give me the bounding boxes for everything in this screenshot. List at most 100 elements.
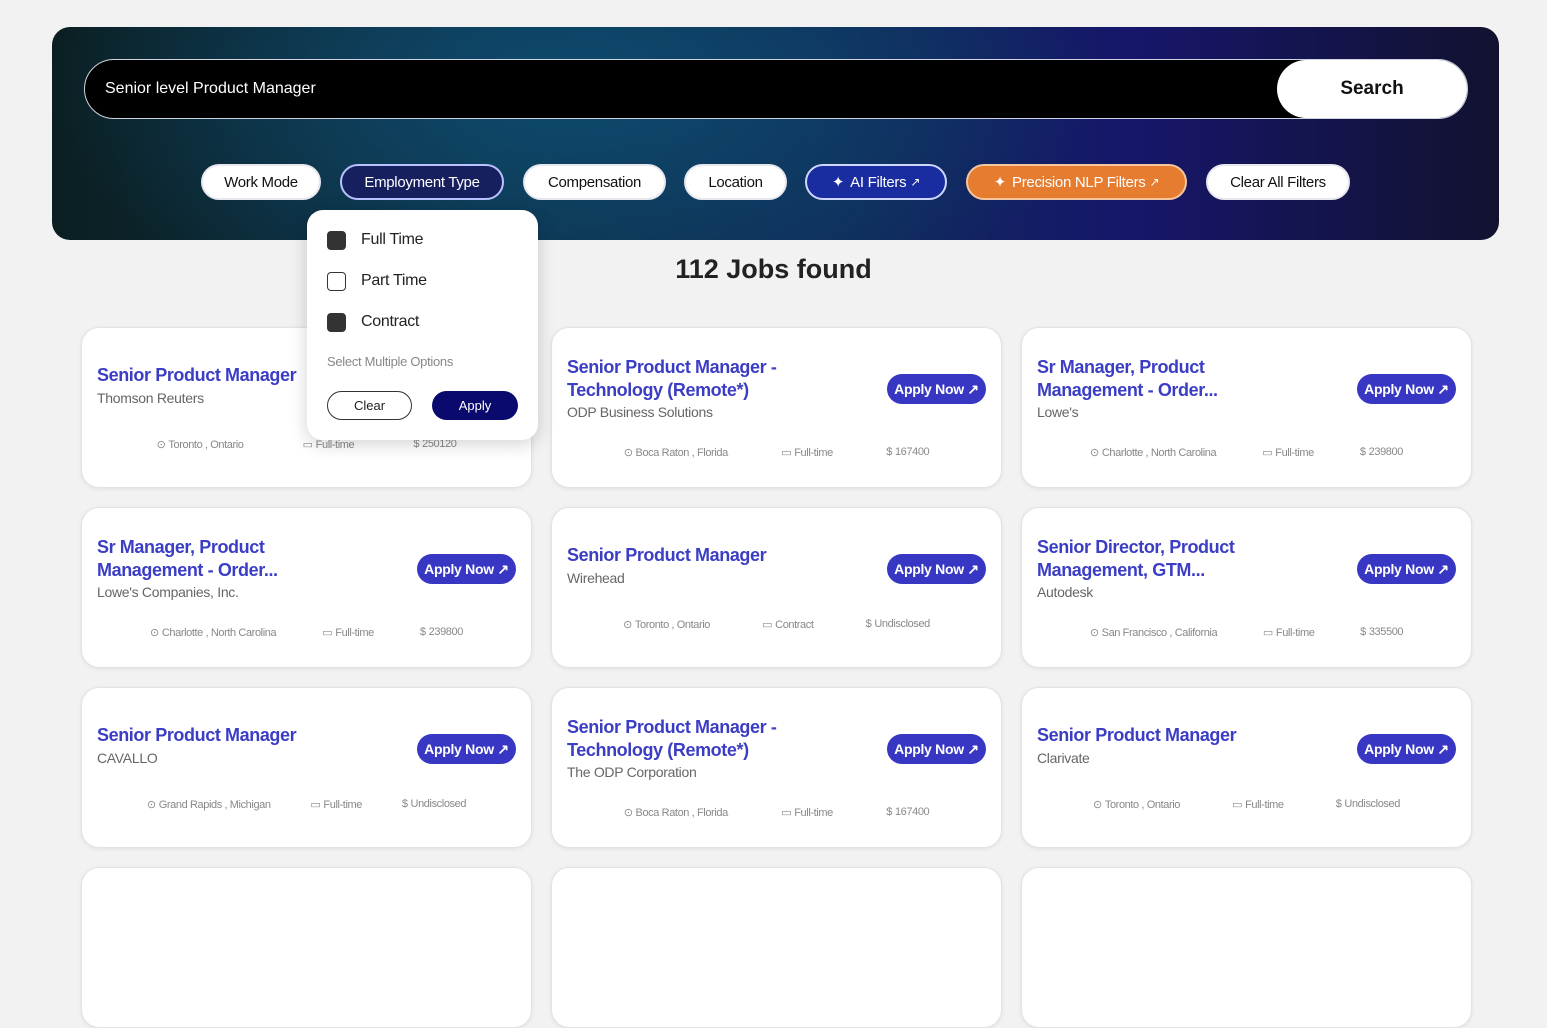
- job-type-text: Full-time: [1245, 799, 1284, 811]
- job-card[interactable]: Senior Product Manager CAVALLO Apply Now ↗…: [81, 687, 532, 848]
- job-card[interactable]: Senior Product Manager - Technology (Rem…: [551, 327, 1002, 488]
- job-location-text: Boca Raton , Florida: [635, 447, 729, 459]
- job-card[interactable]: Senior Product Manager Wirehead Apply Now …: [551, 507, 1002, 668]
- external-arrow-icon: ↗: [967, 740, 979, 757]
- job-location-text: Charlotte , North Carolina: [161, 627, 277, 639]
- apply-label: Apply Now: [1364, 380, 1434, 397]
- job-type: ▭ Full-time: [322, 626, 374, 639]
- work-mode-filter[interactable]: Work Mode: [201, 164, 321, 200]
- job-location: ⊙ Charlotte , North Carolina: [150, 626, 277, 639]
- ai-filters-button[interactable]: ✦ AI Filters ↗: [805, 164, 947, 200]
- job-title[interactable]: Sr Manager, Product Management - Order..…: [97, 536, 357, 582]
- sparkle-icon: ✦: [993, 174, 1007, 191]
- job-title[interactable]: Sr Manager, Product Management - Order..…: [1037, 356, 1297, 402]
- option-full-time[interactable]: Full Time: [327, 230, 424, 250]
- checkbox-full-time[interactable]: [327, 230, 346, 250]
- clear-all-label: Clear All Filters: [1230, 173, 1326, 191]
- apply-now-button[interactable]: Apply Now ↗: [1357, 734, 1456, 764]
- job-salary: $ Undisclosed: [866, 618, 931, 631]
- dollar-icon: $: [1335, 798, 1342, 810]
- apply-now-button[interactable]: Apply Now ↗: [887, 734, 986, 764]
- job-card-placeholder: [551, 867, 1002, 1028]
- company-name: Autodesk: [1037, 584, 1093, 600]
- location-pin-icon: ⊙: [1093, 799, 1102, 811]
- job-card[interactable]: Senior Product Manager - Technology (Rem…: [551, 687, 1002, 848]
- job-type: ▭ Full-time: [1232, 798, 1284, 811]
- dollar-icon: $: [419, 626, 426, 638]
- location-pin-icon: ⊙: [150, 627, 159, 639]
- option-contract[interactable]: Contract: [327, 312, 419, 332]
- jobs-count: 112 Jobs found: [675, 254, 872, 284]
- job-card[interactable]: Senior Product Manager Clarivate Apply Now…: [1021, 687, 1472, 848]
- apply-now-button[interactable]: Apply Now ↗: [1357, 554, 1456, 584]
- job-location: ⊙ Grand Rapids , Michigan: [147, 798, 271, 811]
- job-card[interactable]: Sr Manager, Product Management - Order..…: [1021, 327, 1472, 488]
- job-location: ⊙ Charlotte , North Carolina: [1090, 446, 1217, 459]
- briefcase-icon: ▭: [781, 807, 792, 819]
- apply-label: Apply Now: [894, 740, 964, 757]
- briefcase-icon: ▭: [781, 447, 792, 459]
- checkbox-contract[interactable]: [327, 312, 346, 332]
- option-part-time[interactable]: Part Time: [327, 271, 427, 291]
- dropdown-clear-button[interactable]: Clear: [327, 391, 412, 420]
- job-meta: ⊙ Grand Rapids , Michigan ▭ Full-time $ Undis…: [82, 798, 531, 811]
- dollar-icon: $: [1360, 626, 1366, 638]
- location-filter[interactable]: Location: [684, 164, 787, 200]
- job-card-placeholder: [81, 867, 532, 1028]
- apply-now-button[interactable]: Apply Now ↗: [1357, 374, 1456, 404]
- job-title[interactable]: Senior Product Manager: [1037, 724, 1297, 747]
- job-type-text: Full-time: [794, 807, 833, 819]
- company-name: The ODP Corporation: [567, 764, 697, 780]
- apply-now-button[interactable]: Apply Now ↗: [417, 554, 516, 584]
- clear-all-filters-button[interactable]: Clear All Filters: [1206, 164, 1350, 200]
- job-meta: ⊙ Toronto , Ontario ▭ Full-time $ Undisclosed: [1022, 798, 1471, 811]
- apply-now-button[interactable]: Apply Now ↗: [417, 734, 516, 764]
- job-title[interactable]: Senior Product Manager - Technology (Rem…: [567, 356, 827, 402]
- job-title[interactable]: Senior Product Manager - Technology (Rem…: [567, 716, 827, 762]
- job-type-text: Full-time: [1275, 447, 1314, 459]
- compensation-filter[interactable]: Compensation: [523, 164, 666, 200]
- search-input[interactable]: [85, 60, 1277, 118]
- location-pin-icon: ⊙: [623, 447, 633, 459]
- employment-type-filter[interactable]: Employment Type: [340, 164, 504, 200]
- job-title[interactable]: Senior Product Manager: [97, 724, 357, 747]
- job-card[interactable]: Sr Manager, Product Management - Order..…: [81, 507, 532, 668]
- dollar-icon: $: [1359, 446, 1366, 458]
- job-location-text: Toronto , Ontario: [168, 439, 244, 451]
- checkbox-part-time[interactable]: [327, 271, 346, 291]
- job-type: ▭ Full-time: [1263, 626, 1315, 639]
- location-pin-icon: ⊙: [1090, 447, 1099, 459]
- briefcase-icon: ▭: [1262, 627, 1273, 639]
- job-location-text: San Francisco , California: [1101, 627, 1218, 639]
- job-meta: ⊙ Charlotte , North Carolina ▭ Full-time $23…: [1022, 446, 1471, 459]
- job-location: ⊙ Toronto , Ontario: [157, 438, 244, 451]
- job-title[interactable]: Senior Product Manager: [567, 544, 827, 567]
- apply-label: Apply Now: [1364, 740, 1434, 757]
- employment-type-label: Employment Type: [364, 173, 480, 191]
- company-name: CAVALLO: [97, 750, 158, 766]
- job-salary: $ Undisclosed: [1335, 798, 1401, 811]
- nlp-filters-button[interactable]: ✦ Precision NLP Filters ↗: [966, 164, 1187, 200]
- apply-label: Apply Now: [424, 560, 494, 577]
- external-arrow-icon: ↗: [497, 740, 509, 757]
- search-button[interactable]: Search: [1277, 60, 1467, 118]
- dropdown-apply-button[interactable]: Apply: [432, 391, 518, 420]
- apply-now-button[interactable]: Apply Now ↗: [887, 554, 986, 584]
- external-arrow-icon: ↗: [497, 560, 509, 577]
- nlp-filters-label: Precision NLP Filters: [1012, 173, 1146, 191]
- apply-now-button[interactable]: Apply Now ↗: [887, 374, 986, 404]
- dropdown-hint: Select Multiple Options: [327, 354, 454, 369]
- job-salary-text: Undisclosed: [874, 618, 930, 630]
- location-label: Location: [708, 173, 763, 191]
- briefcase-icon: ▭: [310, 799, 321, 811]
- job-meta: ⊙ Toronto , Ontario ▭ Contract $ Undisclosed: [552, 618, 1001, 631]
- job-card[interactable]: Senior Director, Product Management, GTM…: [1021, 507, 1472, 668]
- job-salary: $ Undisclosed: [402, 798, 467, 811]
- job-location-text: Charlotte , North Carolina: [1101, 447, 1217, 459]
- job-salary-text: Undisclosed: [1344, 798, 1400, 810]
- apply-label: Apply Now: [1364, 560, 1434, 577]
- company-name: ODP Business Solutions: [567, 404, 713, 420]
- compensation-label: Compensation: [547, 173, 642, 191]
- job-title[interactable]: Senior Director, Product Management, GTM…: [1037, 536, 1297, 582]
- location-pin-icon: ⊙: [146, 799, 156, 811]
